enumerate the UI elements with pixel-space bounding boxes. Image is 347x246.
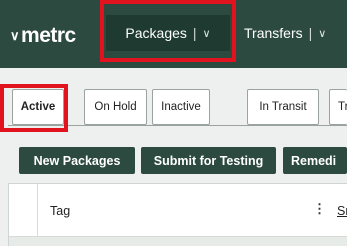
column-header-next[interactable]: Sr (337, 204, 347, 218)
transfers-menu-button[interactable]: Transfers | ∨ (244, 15, 326, 51)
tab-on-hold-label: On Hold (94, 101, 137, 113)
tab-in-transit-label: In Transit (259, 101, 307, 113)
chevron-down-icon: ∨ (202, 27, 211, 40)
submit-for-testing-label: Submit for Testing (153, 153, 264, 168)
transfers-menu-label: Transfers (244, 25, 303, 41)
column-menu-icon[interactable]: ⋮ (313, 201, 326, 217)
chevron-down-icon: ∨ (318, 27, 327, 40)
submit-for-testing-button[interactable]: Submit for Testing (141, 147, 276, 174)
packages-menu-label: Packages (125, 25, 187, 41)
tab-inactive-label: Inactive (161, 101, 201, 113)
top-navigation-bar: ∨ metrc Packages | ∨ Transfers | ∨ (0, 0, 347, 68)
tab-truncated[interactable]: Tr (329, 89, 347, 125)
metrc-logo[interactable]: ∨ metrc (10, 24, 76, 48)
grid-header: Tag ⋮ Sr (9, 184, 347, 237)
tab-active[interactable]: Active (12, 89, 64, 125)
tab-active-label: Active (20, 101, 56, 113)
packages-grid: Tag ⋮ Sr (8, 183, 347, 246)
metrc-logo-text: metrc (21, 24, 76, 47)
packages-menu-button[interactable]: Packages | ∨ (106, 15, 230, 51)
packages-menu-separator: | (192, 25, 197, 41)
new-packages-button[interactable]: New Packages (19, 147, 135, 174)
tab-inactive[interactable]: Inactive (152, 89, 210, 125)
tab-on-hold[interactable]: On Hold (84, 89, 147, 125)
grid-select-column[interactable] (9, 184, 38, 236)
transfers-menu-separator: | (308, 25, 313, 41)
column-header-tag[interactable]: Tag (50, 204, 70, 218)
remediate-label: Remedi (291, 153, 337, 168)
tab-divider (8, 125, 347, 126)
new-packages-label: New Packages (33, 153, 121, 168)
remediate-button[interactable]: Remedi (283, 147, 347, 174)
metrc-logo-mark-icon: ∨ (10, 28, 20, 43)
tab-truncated-label: Tr (338, 101, 347, 113)
tab-in-transit[interactable]: In Transit (247, 89, 319, 125)
